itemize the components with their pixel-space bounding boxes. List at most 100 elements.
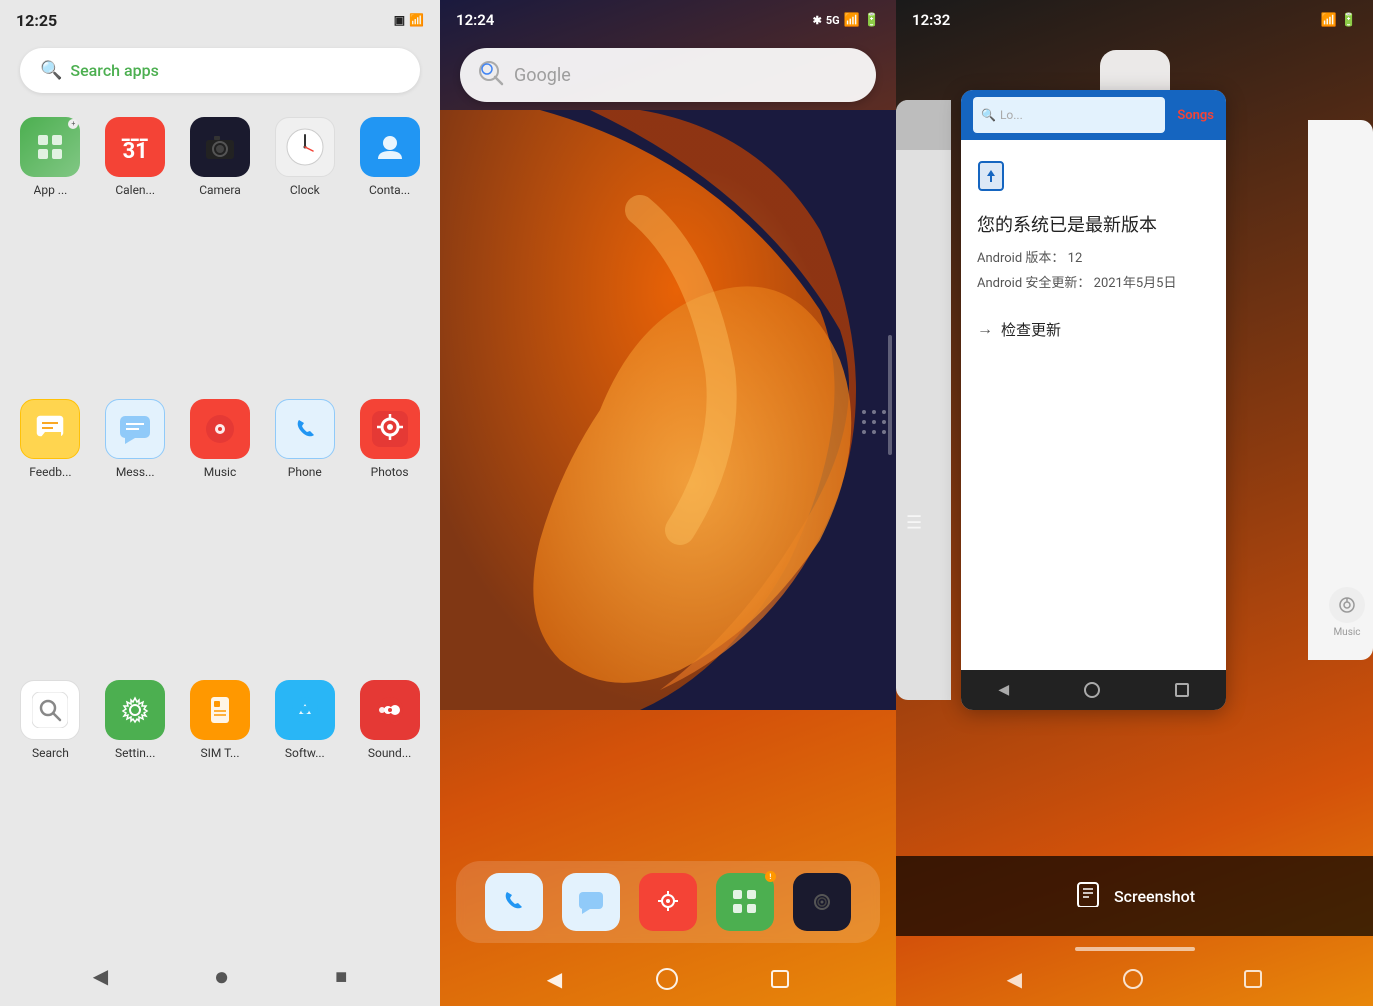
app-item-soundrecorder[interactable]: Sound... — [351, 672, 428, 946]
app-item-phone[interactable]: Phone — [266, 391, 343, 665]
app-item-search[interactable]: Search — [12, 672, 89, 946]
app-icon-software — [275, 680, 335, 740]
card-search: 🔍 Lo... — [973, 97, 1165, 133]
security-update: Android 安全更新： 2021年5月5日 — [977, 274, 1210, 295]
app-icon-music — [190, 399, 250, 459]
app-icon-photos — [360, 399, 420, 459]
app-label-music: Music — [204, 465, 236, 479]
android-version-value: 12 — [1068, 251, 1083, 266]
dock-bar: ! — [456, 861, 880, 943]
update-icon — [977, 160, 1210, 199]
nav-bar-1: ◀ ● ■ — [0, 946, 440, 1006]
app-item-software[interactable]: Softw... — [266, 672, 343, 946]
battery-icon-3: 🔋 — [1341, 13, 1357, 28]
app-label-phone: Phone — [288, 465, 322, 479]
app-item-appvault[interactable]: + App ... — [12, 109, 89, 383]
dock-messages[interactable] — [562, 873, 620, 931]
recents-button-2[interactable] — [771, 970, 789, 988]
security-value: 2021年5月5日 — [1094, 276, 1177, 291]
status-bar-3: 12:32 📶 🔋 — [896, 0, 1373, 40]
app-label-contacts: Conta... — [369, 183, 410, 197]
app-item-photos[interactable]: Photos — [351, 391, 428, 665]
home-button-1[interactable]: ● — [214, 961, 230, 992]
app-item-clock[interactable]: Clock — [266, 109, 343, 383]
app-item-messages[interactable]: Mess... — [97, 391, 174, 665]
dock-camera[interactable] — [793, 873, 851, 931]
recent-card-left[interactable] — [896, 100, 951, 700]
app-item-contacts[interactable]: Conta... — [351, 109, 428, 383]
back-button-2[interactable]: ◀ — [547, 967, 562, 991]
app-label-appvault: App ... — [34, 183, 68, 197]
update-title: 您的系统已是最新版本 — [977, 211, 1210, 237]
scroll-indicator — [888, 335, 892, 455]
dock-appvault[interactable]: ! — [716, 873, 774, 931]
app-label-simt: SIM T... — [201, 746, 240, 760]
check-update-button[interactable]: → 检查更新 — [977, 319, 1210, 340]
security-label: Android 安全更新： — [977, 276, 1090, 291]
dock-phone[interactable] — [485, 873, 543, 931]
nav-bar-2: ◀ — [440, 951, 896, 1006]
recent-card-right[interactable]: Music — [1308, 120, 1373, 660]
screenshot-label: Screenshot — [1114, 887, 1195, 906]
panel-home-screen: 12:24 ✱ 5G 📶 🔋 Google — [440, 0, 896, 1006]
time-3: 12:32 — [912, 11, 950, 29]
back-button-1[interactable]: ◀ — [93, 964, 108, 988]
back-button-3[interactable]: ◀ — [1007, 967, 1022, 991]
battery-icon-2: 🔋 — [864, 13, 880, 28]
app-label-clock: Clock — [290, 183, 320, 197]
app-label-feedback: Feedb... — [29, 465, 71, 479]
android-version: Android 版本： 12 — [977, 249, 1210, 270]
songs-tab[interactable]: Songs — [1177, 108, 1214, 123]
panel-recents: 12:32 📶 🔋 ☰ 🔍 Lo... Songs — [896, 0, 1373, 1006]
recents-button-1[interactable]: ■ — [335, 964, 347, 989]
app-label-software: Softw... — [285, 746, 325, 760]
dock-photos[interactable] — [639, 873, 697, 931]
google-search-bar[interactable]: Google — [460, 48, 876, 102]
5g-icon: 5G — [826, 14, 840, 27]
app-icon-search — [20, 680, 80, 740]
menu-icon: ☰ — [906, 513, 922, 534]
signal-icon-2: 📶 — [844, 13, 860, 28]
app-label-search: Search — [32, 746, 69, 760]
app-icon-calendar: ▬▬▬ 31 — [105, 117, 165, 177]
home-button-3[interactable] — [1123, 969, 1143, 989]
app-icon-feedback — [20, 399, 80, 459]
search-icon: 🔍 — [40, 60, 62, 81]
app-icon-simt — [190, 680, 250, 740]
status-icons-1: ▣ 📶 — [394, 13, 424, 27]
screenshot-bar[interactable]: Screenshot — [896, 856, 1373, 936]
app-icon-appvault: + — [20, 117, 80, 177]
time-1: 12:25 — [16, 11, 57, 30]
check-update-text: 检查更新 — [1001, 319, 1061, 340]
nav-bar-3: ◀ — [896, 951, 1373, 1006]
search-bar[interactable]: 🔍 Search apps — [20, 48, 420, 93]
status-bar-2: 12:24 ✱ 5G 📶 🔋 — [440, 0, 896, 40]
app-label-calendar: Calen... — [115, 183, 155, 197]
grid-dots — [862, 410, 886, 434]
app-item-calendar[interactable]: ▬▬▬ 31 Calen... — [97, 109, 174, 383]
card-nav-recents[interactable] — [1175, 683, 1189, 697]
music-icon-right — [1329, 587, 1365, 623]
app-icon-settings — [105, 680, 165, 740]
app-item-settings[interactable]: Settin... — [97, 672, 174, 946]
app-item-simt[interactable]: SIM T... — [182, 672, 259, 946]
search-bar-text: Search apps — [70, 61, 158, 80]
app-item-feedback[interactable]: Feedb... — [12, 391, 89, 665]
card-nav-back[interactable]: ◀ — [998, 682, 1009, 698]
card-nav-home[interactable] — [1084, 682, 1100, 698]
music-label-right: Music — [1333, 627, 1360, 638]
app-item-music[interactable]: Music — [182, 391, 259, 665]
recents-button-3[interactable] — [1244, 970, 1262, 988]
app-item-camera[interactable]: Camera — [182, 109, 259, 383]
android-version-label: Android 版本： — [977, 251, 1064, 266]
app-icon-sound — [360, 680, 420, 740]
google-search-icon — [476, 58, 504, 92]
app-grid: + App ... ▬▬▬ 31 Calen... Camera Clock — [0, 109, 440, 946]
app-icon-phone — [275, 399, 335, 459]
app-label-photos: Photos — [371, 465, 409, 479]
app-label-messages: Mess... — [116, 465, 155, 479]
home-button-2[interactable] — [656, 968, 678, 990]
panel-app-drawer: 12:25 ▣ 📶 🔍 Search apps + App ... ▬▬▬ 31… — [0, 0, 440, 1006]
system-update-card[interactable]: 🔍 Lo... Songs 您的系统已是最新版本 Android 版本： 12 … — [961, 90, 1226, 710]
bt-icon: ✱ — [813, 14, 822, 27]
